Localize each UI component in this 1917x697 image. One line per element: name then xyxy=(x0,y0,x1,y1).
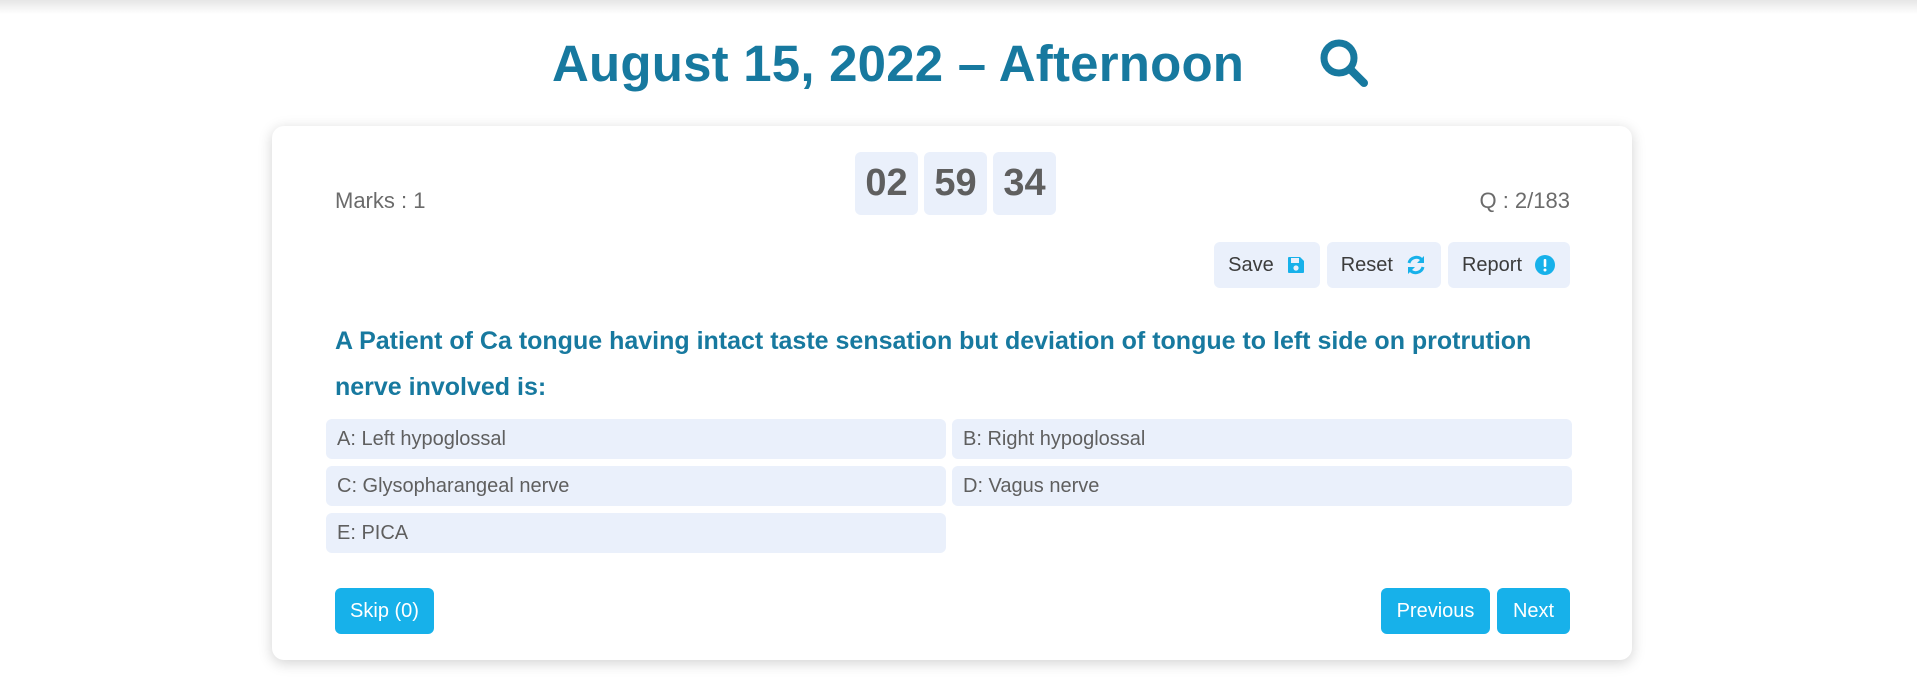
reset-button-label: Reset xyxy=(1340,253,1393,276)
timer-minutes: 59 xyxy=(924,152,987,215)
timer-hours: 02 xyxy=(855,152,918,215)
question-card: Marks : 1 02 59 34 Q : 2/183 Save Reset xyxy=(272,126,1632,660)
save-button[interactable]: Save xyxy=(1214,242,1320,288)
marks-label: Marks : 1 xyxy=(335,188,426,213)
report-button[interactable]: Report xyxy=(1447,242,1570,288)
option-e[interactable]: E: PICA xyxy=(326,513,946,553)
report-button-label: Report xyxy=(1461,253,1522,276)
search-icon xyxy=(1320,39,1368,87)
header: August 15, 2022 – Afternoon xyxy=(0,30,1917,100)
floppy-disk-icon xyxy=(1287,257,1304,273)
skip-button[interactable]: Skip (0) xyxy=(335,588,434,634)
save-button-label: Save xyxy=(1228,253,1274,276)
question-counter: Q : 2/183 xyxy=(1479,188,1570,213)
next-button[interactable]: Next xyxy=(1497,588,1570,634)
question-actions: Save Reset Report xyxy=(1214,242,1570,288)
previous-button[interactable]: Previous xyxy=(1381,588,1490,634)
exclamation-circle-icon xyxy=(1535,255,1555,275)
countdown-timer: 02 59 34 xyxy=(855,152,1056,215)
top-bar-shadow xyxy=(0,0,1917,14)
search-button[interactable] xyxy=(1316,36,1372,92)
answer-options: A: Left hypoglossal B: Right hypoglossal… xyxy=(326,419,1572,553)
option-b[interactable]: B: Right hypoglossal xyxy=(952,419,1572,459)
timer-seconds: 34 xyxy=(993,152,1056,215)
question-text: A Patient of Ca tongue having intact tas… xyxy=(335,327,1532,401)
reset-button[interactable]: Reset xyxy=(1326,242,1441,288)
refresh-icon xyxy=(1407,255,1425,275)
option-c[interactable]: C: Glysopharangeal nerve xyxy=(326,466,946,506)
option-a[interactable]: A: Left hypoglossal xyxy=(326,419,946,459)
option-d[interactable]: D: Vagus nerve xyxy=(952,466,1572,506)
page-title: August 15, 2022 – Afternoon xyxy=(552,35,1245,92)
